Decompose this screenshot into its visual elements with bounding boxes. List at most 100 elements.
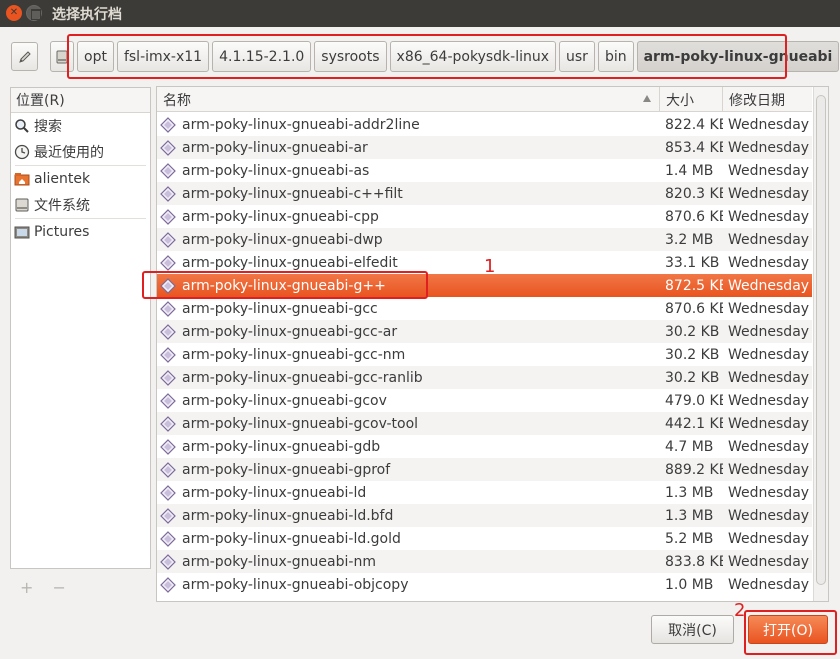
column-header-name[interactable]: 名称 xyxy=(157,87,660,112)
executable-file-icon xyxy=(160,300,176,317)
file-size-cell: 30.2 KB xyxy=(665,323,720,340)
file-name-cell: arm-poky-linux-gnueabi-gcc xyxy=(157,297,660,320)
drive-icon xyxy=(56,50,68,63)
table-row[interactable]: arm-poky-linux-gnueabi-ld.bfd 1.3 MB Wedne… xyxy=(157,504,812,527)
place-filesystem[interactable]: 文件系统 xyxy=(11,192,150,218)
search-icon xyxy=(14,118,30,134)
place-pictures[interactable]: Pictures xyxy=(11,219,150,245)
table-row[interactable]: arm-poky-linux-gnueabi-c++filt 820.3 KB We… xyxy=(157,182,812,205)
path-root-button[interactable] xyxy=(50,41,74,72)
file-size-cell: 853.4 KB xyxy=(665,139,723,156)
path-segment[interactable]: bin xyxy=(597,41,634,72)
place-home[interactable]: alientek xyxy=(11,166,150,192)
table-row[interactable]: arm-poky-linux-gnueabi-as 1.4 MB Wednesday xyxy=(157,159,812,182)
file-name-cell: arm-poky-linux-gnueabi-cpp xyxy=(157,205,660,228)
file-size-cell: 820.3 KB xyxy=(665,185,723,202)
places-sidebar: 位置(R) 搜索 最近使用的 alientek 文件系统 Pictures xyxy=(10,87,151,569)
file-size-cell: 30.2 KB xyxy=(665,369,720,386)
table-row[interactable]: arm-poky-linux-gnueabi-gcc 870.6 KB Wednes… xyxy=(157,297,812,320)
file-name: arm-poky-linux-gnueabi-dwp xyxy=(182,231,383,248)
file-modified-cell: Wednesday xyxy=(728,254,810,271)
table-row[interactable]: arm-poky-linux-gnueabi-objcopy 1.0 MB Wedn… xyxy=(157,573,812,596)
table-row[interactable]: arm-poky-linux-gnueabi-gcov-tool 442.1 KB… xyxy=(157,412,812,435)
path-segment[interactable]: usr xyxy=(559,41,595,72)
close-window-button[interactable]: ✕ xyxy=(6,5,22,21)
place-recent[interactable]: 最近使用的 xyxy=(11,139,150,165)
file-name: arm-poky-linux-gnueabi-addr2line xyxy=(182,116,420,133)
file-name-cell: arm-poky-linux-gnueabi-c++filt xyxy=(157,182,660,205)
column-header-size[interactable]: 大小 xyxy=(660,87,723,112)
folder-icon xyxy=(14,224,30,240)
table-row[interactable]: arm-poky-linux-gnueabi-gcov 479.0 KB Wedne… xyxy=(157,389,812,412)
file-name-cell: arm-poky-linux-gnueabi-gprof xyxy=(157,458,660,481)
table-row[interactable]: arm-poky-linux-gnueabi-gcc-ar 30.2 KB Wedn… xyxy=(157,320,812,343)
file-name-cell: arm-poky-linux-gnueabi-ar xyxy=(157,136,660,159)
file-name: arm-poky-linux-gnueabi-gcc-ar xyxy=(182,323,398,340)
file-size-cell: 33.1 KB xyxy=(665,254,720,271)
place-label: 文件系统 xyxy=(34,198,90,214)
file-modified-cell: Wednesday xyxy=(728,139,810,156)
file-size-cell: 833.8 KB xyxy=(665,553,723,570)
table-row[interactable]: arm-poky-linux-gnueabi-gdb 4.7 MB Wednesda… xyxy=(157,435,812,458)
remove-place-button[interactable]: − xyxy=(53,578,66,597)
file-name-cell: arm-poky-linux-gnueabi-dwp xyxy=(157,228,660,251)
file-modified-cell: Wednesday xyxy=(728,438,810,455)
executable-file-icon xyxy=(160,438,176,455)
file-modified-cell: Wednesday xyxy=(728,300,810,317)
file-size-cell: 1.3 MB xyxy=(665,484,714,501)
file-modified-cell: Wednesday xyxy=(728,461,810,478)
path-segment[interactable]: opt xyxy=(77,41,114,72)
table-row[interactable]: arm-poky-linux-gnueabi-cpp 870.6 KB Wednes… xyxy=(157,205,812,228)
file-name-cell: arm-poky-linux-gnueabi-elfedit xyxy=(157,251,660,274)
file-modified-cell: Wednesday xyxy=(728,576,810,593)
file-modified-cell: Wednesday xyxy=(728,208,810,225)
column-header-modified[interactable]: 修改日期 xyxy=(723,87,812,112)
executable-file-icon xyxy=(160,139,176,156)
place-label: 搜索 xyxy=(34,119,62,135)
table-row[interactable]: arm-poky-linux-gnueabi-dwp 3.2 MB Wednesda… xyxy=(157,228,812,251)
file-name-cell: arm-poky-linux-gnueabi-as xyxy=(157,159,660,182)
table-row[interactable]: arm-poky-linux-gnueabi-nm 833.8 KB Wednesd… xyxy=(157,550,812,573)
path-segment-current[interactable]: arm-poky-linux-gnueabi xyxy=(636,41,840,72)
drive-icon xyxy=(14,197,30,213)
maximize-window-button[interactable] xyxy=(26,5,42,21)
file-name-cell: arm-poky-linux-gnueabi-ld.gold xyxy=(157,527,660,550)
file-name: arm-poky-linux-gnueabi-ar xyxy=(182,139,368,156)
table-row[interactable]: arm-poky-linux-gnueabi-ld 1.3 MB Wednesday xyxy=(157,481,812,504)
table-row[interactable]: arm-poky-linux-gnueabi-ar 853.4 KB Wednesd… xyxy=(157,136,812,159)
file-size-cell: 3.2 MB xyxy=(665,231,714,248)
file-modified-cell: Wednesday xyxy=(728,484,810,501)
path-segment[interactable]: sysroots xyxy=(314,41,387,72)
file-size-cell: 4.7 MB xyxy=(665,438,714,455)
table-row[interactable]: arm-poky-linux-gnueabi-gcc-ranlib 30.2 KB… xyxy=(157,366,812,389)
path-segment[interactable]: 4.1.15-2.1.0 xyxy=(212,41,312,72)
file-name-cell: arm-poky-linux-gnueabi-objcopy xyxy=(157,573,660,596)
file-name: arm-poky-linux-gnueabi-cpp xyxy=(182,208,379,225)
file-list-header: 名称 大小 修改日期 xyxy=(157,87,812,112)
executable-file-icon xyxy=(160,231,176,248)
table-row[interactable]: arm-poky-linux-gnueabi-gprof 889.2 KB Wedn… xyxy=(157,458,812,481)
add-place-button[interactable]: + xyxy=(20,578,33,597)
vertical-scrollbar[interactable] xyxy=(813,87,828,601)
scrollbar-thumb[interactable] xyxy=(816,95,826,585)
open-button[interactable]: 打开(O) xyxy=(748,615,828,644)
file-size-cell: 1.4 MB xyxy=(665,162,714,179)
table-row[interactable]: arm-poky-linux-gnueabi-ld.gold 5.2 MB Wedn… xyxy=(157,527,812,550)
table-row[interactable]: arm-poky-linux-gnueabi-gcc-nm 30.2 KB Wedn… xyxy=(157,343,812,366)
executable-file-icon xyxy=(160,162,176,179)
table-row-selected[interactable]: arm-poky-linux-gnueabi-g++ 872.5 KB Wednes… xyxy=(157,274,812,297)
executable-file-icon xyxy=(160,415,176,432)
place-label: 最近使用的 xyxy=(34,145,104,161)
path-segment[interactable]: x86_64-pokysdk-linux xyxy=(389,41,557,72)
file-size-cell: 442.1 KB xyxy=(665,415,723,432)
file-name-cell: arm-poky-linux-gnueabi-gcc-nm xyxy=(157,343,660,366)
type-location-button[interactable] xyxy=(11,42,38,71)
cancel-button[interactable]: 取消(C) xyxy=(651,615,734,644)
path-segment[interactable]: fsl-imx-x11 xyxy=(116,41,210,72)
file-name: arm-poky-linux-gnueabi-gcc xyxy=(182,300,378,317)
file-modified-cell: Wednesday xyxy=(728,392,810,409)
place-search[interactable]: 搜索 xyxy=(11,113,150,139)
table-row[interactable]: arm-poky-linux-gnueabi-addr2line 822.4 KB… xyxy=(157,113,812,136)
sort-ascending-icon xyxy=(643,95,651,102)
file-modified-cell: Wednesday xyxy=(728,369,810,386)
